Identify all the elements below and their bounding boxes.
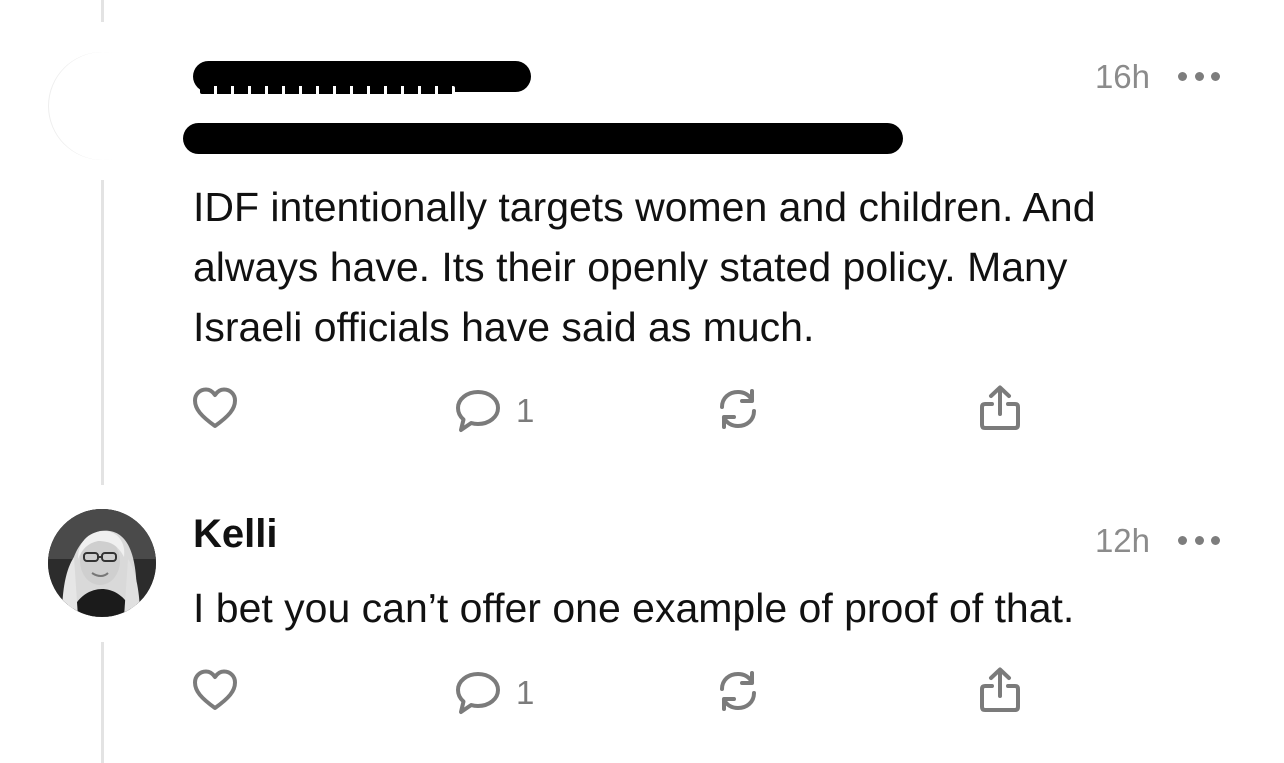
reply-button[interactable]: 1 <box>454 670 534 716</box>
repost-button[interactable] <box>714 386 762 432</box>
thread-line-main <box>101 180 104 485</box>
redacted-handle <box>183 123 903 154</box>
avatar-photo <box>48 509 156 617</box>
post-text: IDF intentionally targets women and chil… <box>193 184 1096 350</box>
comment-icon <box>456 672 500 714</box>
share-icon <box>980 667 1020 712</box>
post-time: 12h <box>1094 522 1150 559</box>
reply-count: 1 <box>516 392 535 429</box>
thread-line-bottom <box>101 642 104 763</box>
reply-button[interactable]: 1 <box>454 388 534 434</box>
share-button[interactable] <box>977 384 1023 432</box>
post-time: 16h <box>1094 58 1150 95</box>
repost-icon <box>720 671 756 711</box>
like-button[interactable] <box>191 668 239 712</box>
heart-icon <box>193 669 237 710</box>
share-button[interactable] <box>977 666 1023 714</box>
post-text: I bet you can’t offer one example of pro… <box>193 585 1075 631</box>
redacted-author-name-residue <box>200 86 455 94</box>
like-button[interactable] <box>191 386 239 430</box>
avatar[interactable] <box>48 509 156 617</box>
more-icon[interactable] <box>1178 71 1220 81</box>
reply-count: 1 <box>516 674 535 711</box>
heart-icon <box>193 387 237 428</box>
author-name[interactable]: Kelli <box>193 512 277 557</box>
repost-icon <box>720 389 756 429</box>
thread-line-top <box>101 0 104 22</box>
share-icon <box>980 385 1020 430</box>
more-icon[interactable] <box>1178 535 1220 545</box>
comment-icon <box>456 390 500 432</box>
repost-button[interactable] <box>714 668 762 714</box>
avatar[interactable] <box>48 52 156 160</box>
